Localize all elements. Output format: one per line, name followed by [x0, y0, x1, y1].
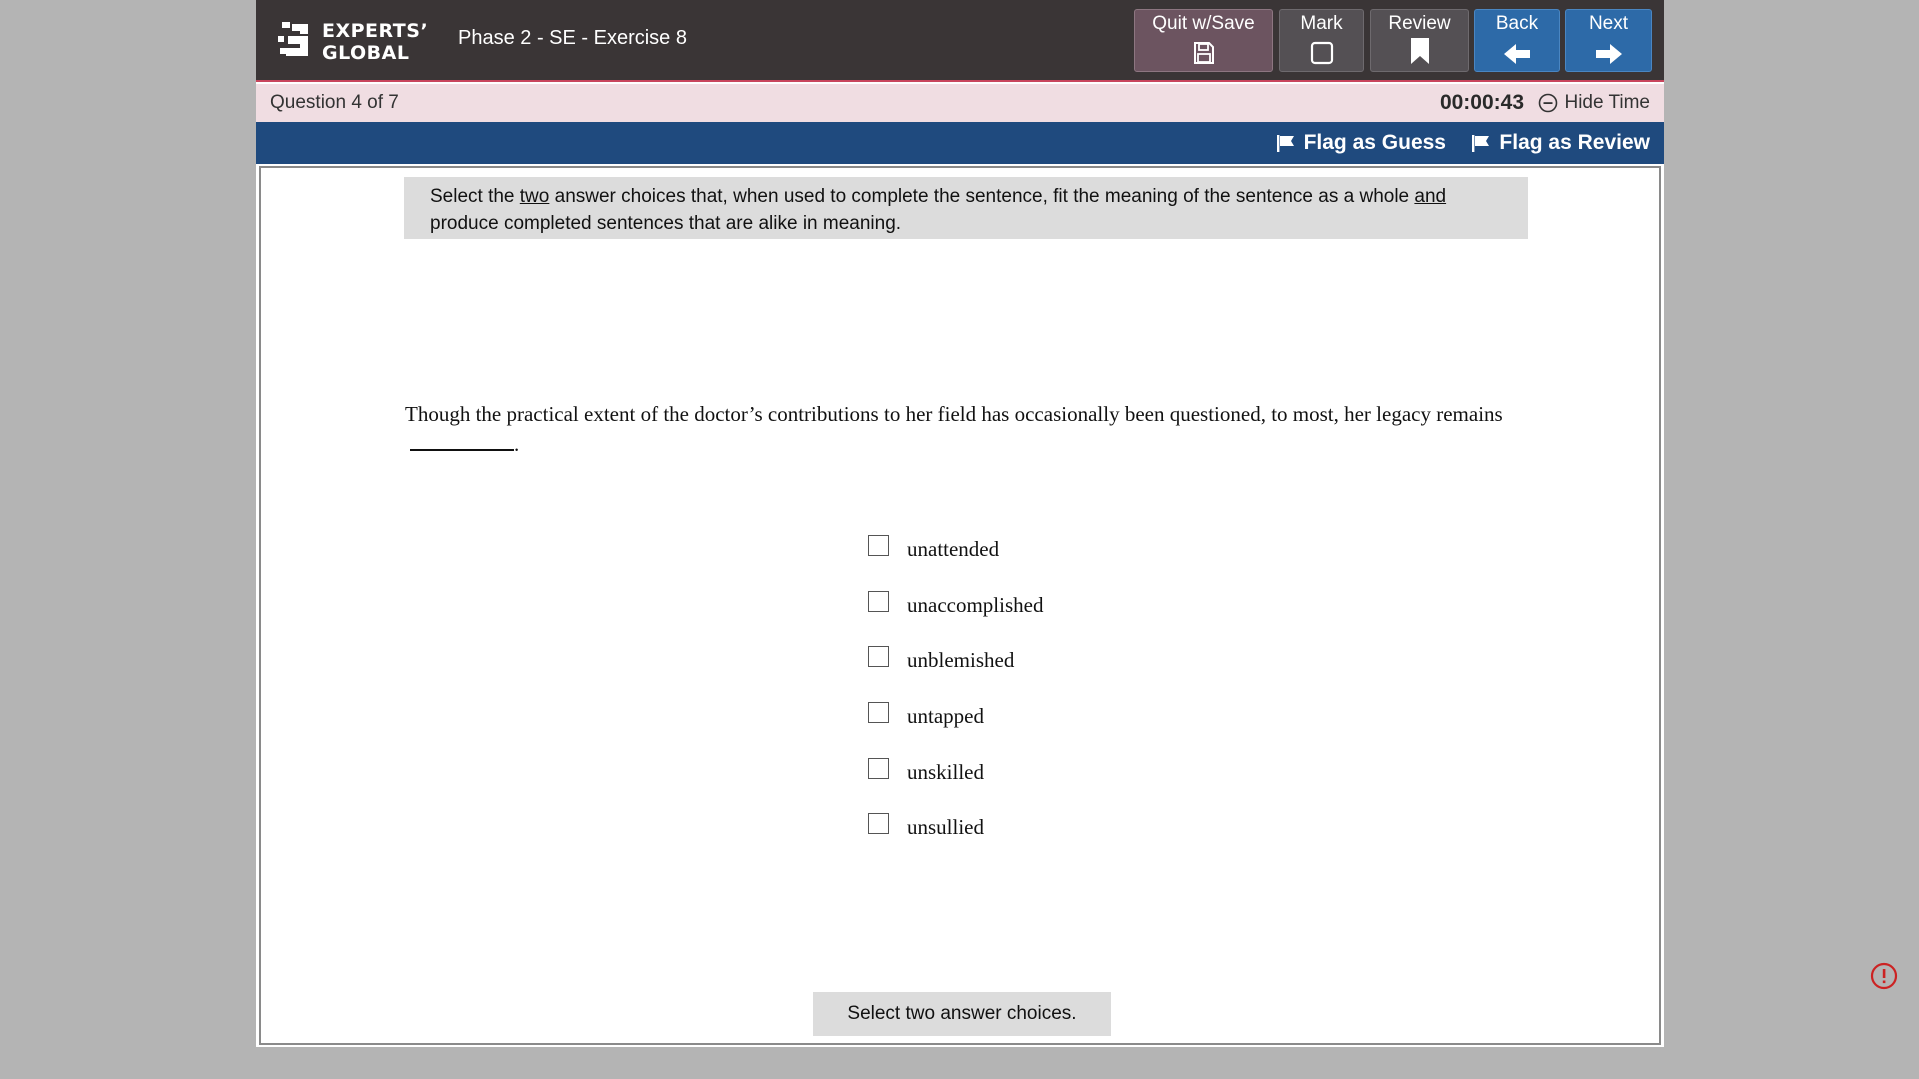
answer-choices: unattended unaccomplished unblemished un… — [868, 518, 1043, 852]
answer-choice[interactable]: untapped — [868, 685, 1043, 741]
mark-label: Mark — [1300, 13, 1343, 34]
top-bar: EXPERTS’ GLOBAL Phase 2 - SE - Exercise … — [256, 0, 1664, 82]
answer-checkbox[interactable] — [868, 590, 889, 612]
instructions-emphasis-two: two — [519, 186, 550, 207]
selection-hint: Select two answer choices. — [813, 992, 1111, 1036]
question-stem: Though the practical extent of the docto… — [405, 399, 1525, 459]
exercise-title: Phase 2 - SE - Exercise 8 — [458, 27, 687, 49]
instructions-text: produce completed sentences that are ali… — [430, 213, 902, 234]
flag-icon — [1276, 135, 1294, 152]
answer-choice-label: unattended — [907, 537, 1000, 562]
bookmark-icon — [1410, 38, 1429, 64]
flag-as-guess-button[interactable]: Flag as Guess — [1276, 131, 1446, 155]
answer-choice[interactable]: unaccomplished — [868, 574, 1043, 630]
next-label: Next — [1588, 13, 1629, 34]
flag-bar: Flag as Guess Flag as Review — [256, 122, 1664, 164]
question-instructions: Select the two answer choices that, when… — [404, 177, 1528, 239]
answer-blank — [410, 433, 514, 451]
instructions-text: answer choices that, when used to comple… — [549, 186, 1415, 207]
alert-icon[interactable] — [1870, 962, 1898, 990]
quit-save-label: Quit w/Save — [1152, 13, 1255, 34]
answer-choice[interactable]: unskilled — [868, 740, 1043, 796]
answer-choice-label: unsullied — [907, 815, 984, 840]
instructions-text: Select the — [430, 186, 520, 207]
hide-time-label: Hide Time — [1564, 92, 1650, 113]
question-counter: Question 4 of 7 — [270, 92, 399, 113]
flag-as-review-button[interactable]: Flag as Review — [1471, 131, 1650, 155]
answer-checkbox[interactable] — [868, 535, 889, 557]
next-button[interactable]: Next — [1565, 9, 1652, 72]
flag-as-review-label: Flag as Review — [1499, 131, 1650, 154]
brand-line-1: EXPERTS’ — [322, 20, 429, 42]
answer-choice[interactable]: unsullied — [868, 796, 1043, 852]
answer-choice-label: unblemished — [907, 648, 1015, 673]
stem-end: . — [514, 432, 520, 456]
minus-circle-icon — [1539, 93, 1558, 113]
experts-global-logo: EXPERTS’ GLOBAL — [278, 18, 428, 66]
review-button[interactable]: Review — [1370, 9, 1469, 72]
checkbox-icon — [1310, 41, 1333, 65]
stem-text: Though the practical extent of the docto… — [405, 402, 1503, 426]
answer-choice[interactable]: unattended — [868, 518, 1043, 574]
mark-button[interactable]: Mark — [1279, 9, 1364, 72]
review-label: Review — [1388, 13, 1451, 34]
question-content: Select the two answer choices that, when… — [259, 166, 1661, 1045]
answer-checkbox[interactable] — [868, 702, 889, 724]
back-label: Back — [1495, 13, 1539, 34]
brand-line-2: GLOBAL — [322, 42, 410, 64]
flag-icon — [1472, 135, 1490, 152]
answer-choice[interactable]: unblemished — [868, 629, 1043, 685]
answer-checkbox[interactable] — [868, 757, 889, 779]
save-icon — [1193, 42, 1214, 64]
test-app: EXPERTS’ GLOBAL Phase 2 - SE - Exercise … — [256, 0, 1664, 1047]
logo-mark-icon — [278, 22, 308, 56]
answer-checkbox[interactable] — [868, 646, 889, 668]
timer: 00:00:43 — [1439, 91, 1524, 114]
arrow-right-icon — [1595, 44, 1622, 64]
answer-choice-label: unaccomplished — [907, 592, 1044, 617]
quit-save-button[interactable]: Quit w/Save — [1134, 9, 1273, 72]
answer-checkbox[interactable] — [868, 813, 889, 835]
answer-choice-label: untapped — [907, 704, 984, 729]
arrow-left-icon — [1504, 44, 1530, 64]
status-bar: Question 4 of 7 00:00:43 Hide Time — [256, 84, 1664, 122]
hide-time-button[interactable]: Hide Time — [1538, 92, 1650, 114]
flag-as-guess-label: Flag as Guess — [1303, 131, 1446, 154]
instructions-emphasis-and: and — [1414, 186, 1447, 207]
answer-choice-label: unskilled — [907, 759, 984, 784]
back-button[interactable]: Back — [1474, 9, 1560, 72]
